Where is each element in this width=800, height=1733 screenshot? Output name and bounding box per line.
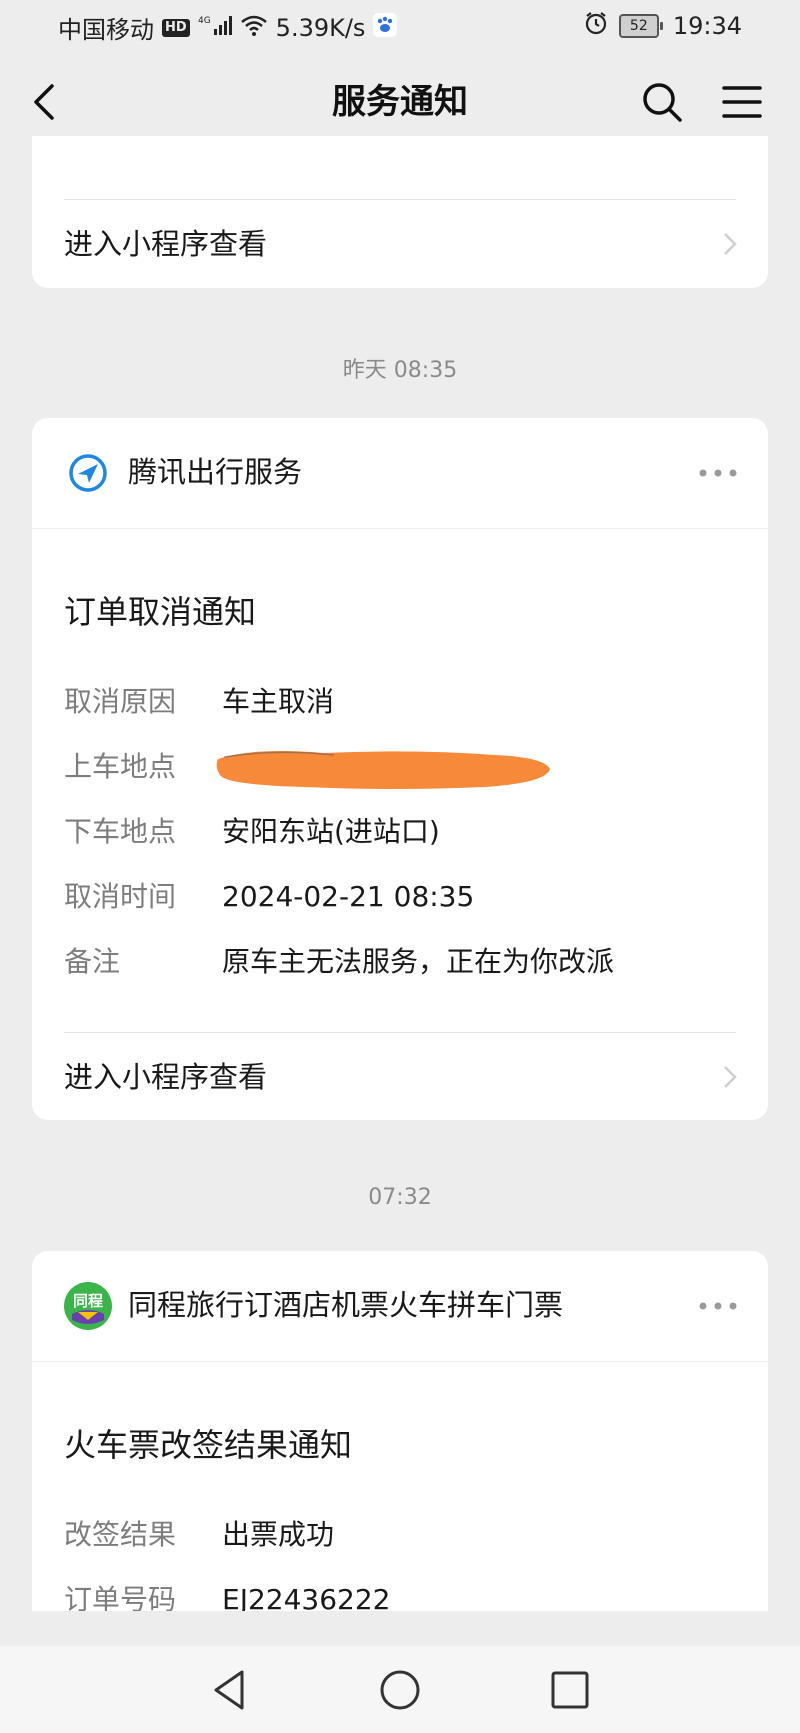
notification-card-tencent[interactable]: 腾讯出行服务 订单取消通知 取消原因 车主取消 上车地点 下车地点 安阳东站(进… [32, 418, 768, 1120]
menu-icon [722, 86, 762, 118]
field-value: 2024-02-21 08:35 [222, 880, 475, 913]
field-row: 改签结果 出票成功 [64, 1513, 736, 1561]
notification-card-previous: 进入小程序查看 [32, 136, 768, 288]
icon-text: 同程 [73, 1292, 103, 1310]
field-row: 备注 原车主无法服务，正在为你改派 [64, 940, 736, 988]
network-speed: 5.39K/s [275, 13, 366, 42]
more-icon[interactable] [698, 1301, 738, 1311]
field-row: 取消原因 车主取消 [64, 680, 736, 728]
chevron-right-icon [724, 233, 737, 255]
field-value: 安阳东站(进站口) [222, 815, 440, 848]
open-mini-program-link[interactable]: 进入小程序查看 [32, 200, 768, 288]
app-name: 腾讯出行服务 [128, 455, 303, 489]
field-value: 出票成功 [222, 1518, 335, 1551]
field-value: EJ22436222 [222, 1583, 391, 1611]
field-row: 下车地点 安阳东站(进站口) [64, 810, 736, 858]
status-bar: 中国移动 HD 4G 5.39K/s 52 19:34 [0, 0, 800, 56]
nav-bar: 服务通知 [0, 56, 800, 148]
signal-icon: 4G [198, 13, 232, 43]
svg-text:4G: 4G [198, 16, 211, 26]
battery-icon: 52 [618, 14, 663, 38]
field-row: 取消时间 2024-02-21 08:35 [64, 875, 736, 923]
tencent-travel-icon [69, 454, 107, 492]
field-label: 备注 [64, 945, 121, 978]
message-title: 订单取消通知 [64, 593, 257, 631]
menu-button[interactable] [718, 78, 766, 126]
field-label: 上车地点 [64, 750, 177, 783]
clock-time: 19:34 [672, 12, 742, 40]
home-circle-icon[interactable] [374, 1664, 426, 1716]
app-name: 同程旅行订酒店机票火车拼车门票 [128, 1288, 564, 1322]
field-value: 车主取消 [222, 685, 335, 718]
field-label: 取消原因 [64, 685, 177, 718]
battery-level: 52 [618, 14, 659, 38]
open-mini-program-link[interactable]: 进入小程序查看 [32, 1033, 768, 1120]
wifi-icon [240, 13, 268, 43]
status-left: 中国移动 HD 4G 5.39K/s [58, 10, 398, 45]
notification-card-tongcheng[interactable]: 同程 同程旅行订酒店机票火车拼车门票 火车票改签结果通知 改签结果 出票成功 订… [32, 1251, 768, 1611]
message-title: 火车票改签结果通知 [64, 1426, 353, 1464]
timestamp: 昨天 08:35 [342, 358, 458, 383]
search-button[interactable] [638, 78, 686, 126]
search-icon [643, 83, 682, 122]
redaction-mark [216, 751, 550, 789]
card-header: 同程 同程旅行订酒店机票火车拼车门票 [32, 1251, 768, 1362]
field-row: 上车地点 [64, 745, 736, 793]
system-nav-bar [0, 1646, 800, 1733]
field-label: 取消时间 [64, 880, 177, 913]
timestamp: 07:32 [368, 1185, 432, 1210]
chevron-right-icon [724, 1066, 737, 1088]
alarm-icon [583, 10, 609, 42]
field-row: 订单号码 EJ22436222 [64, 1578, 736, 1611]
back-triangle-icon[interactable] [204, 1664, 256, 1716]
field-label: 改签结果 [64, 1518, 177, 1551]
more-icon[interactable] [698, 468, 738, 478]
field-value: 原车主无法服务，正在为你改派 [222, 945, 615, 978]
link-label: 进入小程序查看 [64, 1060, 268, 1094]
paw-app-icon [373, 12, 398, 43]
card-header: 腾讯出行服务 [32, 418, 768, 529]
recents-square-icon[interactable] [544, 1664, 596, 1716]
field-label: 下车地点 [64, 815, 177, 848]
carrier-label: 中国移动 [58, 16, 154, 44]
link-label: 进入小程序查看 [64, 227, 268, 261]
tongcheng-travel-icon: 同程 [64, 1282, 112, 1330]
status-right: 52 19:34 [583, 10, 742, 42]
hd-badge: HD [162, 18, 190, 37]
field-label: 订单号码 [64, 1583, 177, 1611]
